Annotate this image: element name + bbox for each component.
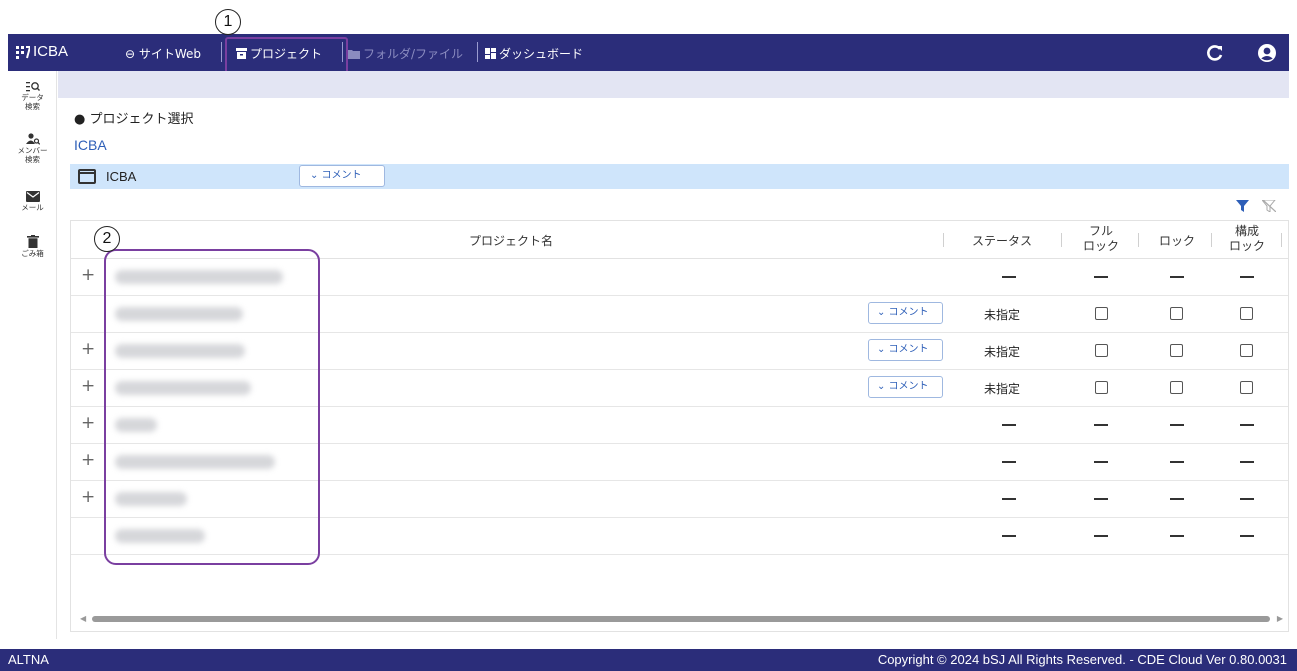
folder-icon — [78, 169, 96, 184]
status-empty — [1002, 498, 1016, 500]
brand-name[interactable]: ICBA — [33, 43, 68, 60]
app-grid-icon[interactable] — [16, 45, 30, 59]
expand-icon[interactable]: + — [81, 452, 95, 469]
folder-icon — [348, 50, 360, 59]
nav-separator — [221, 42, 222, 62]
organization-row[interactable]: ICBA ⌄ コメント — [70, 164, 1289, 189]
expand-icon[interactable]: + — [81, 489, 95, 506]
sidebar-label: データ 検索 — [21, 93, 44, 111]
status-empty — [1002, 424, 1016, 426]
column-separator — [1061, 233, 1062, 247]
callout-number-1: 1 — [215, 9, 241, 35]
callout-number-2: 2 — [94, 226, 120, 252]
lock-checkbox[interactable] — [1170, 344, 1183, 357]
link-icon: ⊖ — [125, 47, 139, 61]
trash-icon — [26, 235, 39, 248]
top-navigation-bar: ICBA ⊖ サイトWeb プロジェクト フォルダ/ファイル ダッシュボード — [8, 34, 1289, 71]
full-lock-empty — [1094, 461, 1108, 463]
dashboard-icon — [485, 48, 496, 59]
column-separator — [1281, 233, 1282, 247]
lock-checkbox[interactable] — [1170, 381, 1183, 394]
nav-label: ダッシュボード — [499, 47, 584, 61]
column-separator — [1138, 233, 1139, 247]
config-lock-empty — [1240, 461, 1254, 463]
config-lock-empty — [1240, 424, 1254, 426]
callout-highlight-project-names — [104, 249, 320, 565]
scroll-right-icon[interactable]: ▶ — [1277, 614, 1283, 623]
left-sidebar: データ 検索 メンバー 検索 メール ごみ箱 — [8, 71, 57, 639]
column-separator — [943, 233, 944, 247]
lock-empty — [1170, 535, 1184, 537]
status-empty — [1002, 276, 1016, 278]
column-header-status[interactable]: ステータス — [961, 232, 1043, 249]
column-header-lock[interactable]: ロック — [1146, 232, 1208, 249]
mail-icon — [25, 191, 40, 202]
config-lock-checkbox[interactable] — [1240, 381, 1253, 394]
account-icon[interactable] — [1257, 43, 1277, 63]
full-lock-empty — [1094, 498, 1108, 500]
refresh-icon[interactable] — [1205, 43, 1225, 63]
nav-separator — [477, 42, 478, 62]
column-header-config-lock[interactable]: 構成 ロック — [1217, 224, 1277, 254]
nav-site-web[interactable]: ⊖ サイトWeb — [125, 45, 201, 62]
scrollbar-thumb[interactable] — [92, 616, 1270, 622]
status-value: 未指定 — [983, 382, 1020, 396]
section-title: ● プロジェクト選択 — [74, 112, 194, 127]
column-separator — [1211, 233, 1212, 247]
lock-empty — [1170, 424, 1184, 426]
sidebar-label: メンバー 検索 — [17, 146, 48, 164]
config-lock-empty — [1240, 535, 1254, 537]
sidebar-item-trash[interactable]: ごみ箱 — [8, 235, 57, 258]
full-lock-checkbox[interactable] — [1095, 307, 1108, 320]
full-lock-empty — [1094, 276, 1108, 278]
lock-empty — [1170, 498, 1184, 500]
horizontal-scrollbar[interactable]: ◀ ▶ — [80, 614, 1283, 624]
member-search-icon — [25, 133, 40, 145]
config-lock-empty — [1240, 498, 1254, 500]
lock-checkbox[interactable] — [1170, 307, 1183, 320]
clear-filter-icon[interactable] — [1260, 197, 1277, 216]
expand-icon[interactable]: + — [81, 378, 95, 395]
lock-empty — [1170, 276, 1184, 278]
status-value: 未指定 — [983, 345, 1020, 359]
sidebar-label: ごみ箱 — [21, 249, 44, 258]
nav-label: フォルダ/ファイル — [363, 47, 464, 61]
column-header-full-lock[interactable]: フル ロック — [1071, 224, 1131, 254]
sidebar-item-member-search[interactable]: メンバー 検索 — [8, 133, 57, 164]
comment-button[interactable]: ⌄ コメント — [868, 376, 943, 398]
data-search-icon — [25, 82, 40, 92]
sidebar-item-data-search[interactable]: データ 検索 — [8, 81, 57, 111]
sub-header-banner — [58, 71, 1289, 98]
footer-company: ALTNA — [8, 652, 49, 667]
column-header-project-name[interactable]: プロジェクト名 — [451, 232, 571, 249]
full-lock-checkbox[interactable] — [1095, 344, 1108, 357]
config-lock-checkbox[interactable] — [1240, 344, 1253, 357]
nav-folder-file[interactable]: フォルダ/ファイル — [348, 45, 463, 62]
config-lock-empty — [1240, 276, 1254, 278]
sidebar-label: メール — [21, 203, 44, 212]
full-lock-checkbox[interactable] — [1095, 381, 1108, 394]
full-lock-empty — [1094, 535, 1108, 537]
organization-name: ICBA — [106, 169, 137, 184]
comment-button[interactable]: ⌄ コメント — [299, 165, 385, 187]
filter-icon[interactable] — [1236, 197, 1249, 216]
config-lock-checkbox[interactable] — [1240, 307, 1253, 320]
status-empty — [1002, 461, 1016, 463]
nav-label: サイトWeb — [138, 47, 202, 61]
expand-icon[interactable]: + — [81, 341, 95, 358]
full-lock-empty — [1094, 424, 1108, 426]
lock-empty — [1170, 461, 1184, 463]
status-value: 未指定 — [983, 308, 1020, 322]
footer: ALTNA Copyright © 2024 bSJ All Rights Re… — [0, 649, 1297, 671]
nav-dashboard[interactable]: ダッシュボード — [485, 45, 583, 62]
footer-copyright: Copyright © 2024 bSJ All Rights Reserved… — [877, 652, 1287, 667]
status-empty — [1002, 535, 1016, 537]
organization-link[interactable]: ICBA — [74, 137, 107, 153]
sidebar-item-mail[interactable]: メール — [8, 191, 57, 212]
comment-button[interactable]: ⌄ コメント — [868, 302, 943, 324]
expand-icon[interactable]: + — [81, 267, 95, 284]
scroll-left-icon[interactable]: ◀ — [80, 614, 86, 623]
comment-button[interactable]: ⌄ コメント — [868, 339, 943, 361]
expand-icon[interactable]: + — [81, 415, 95, 432]
